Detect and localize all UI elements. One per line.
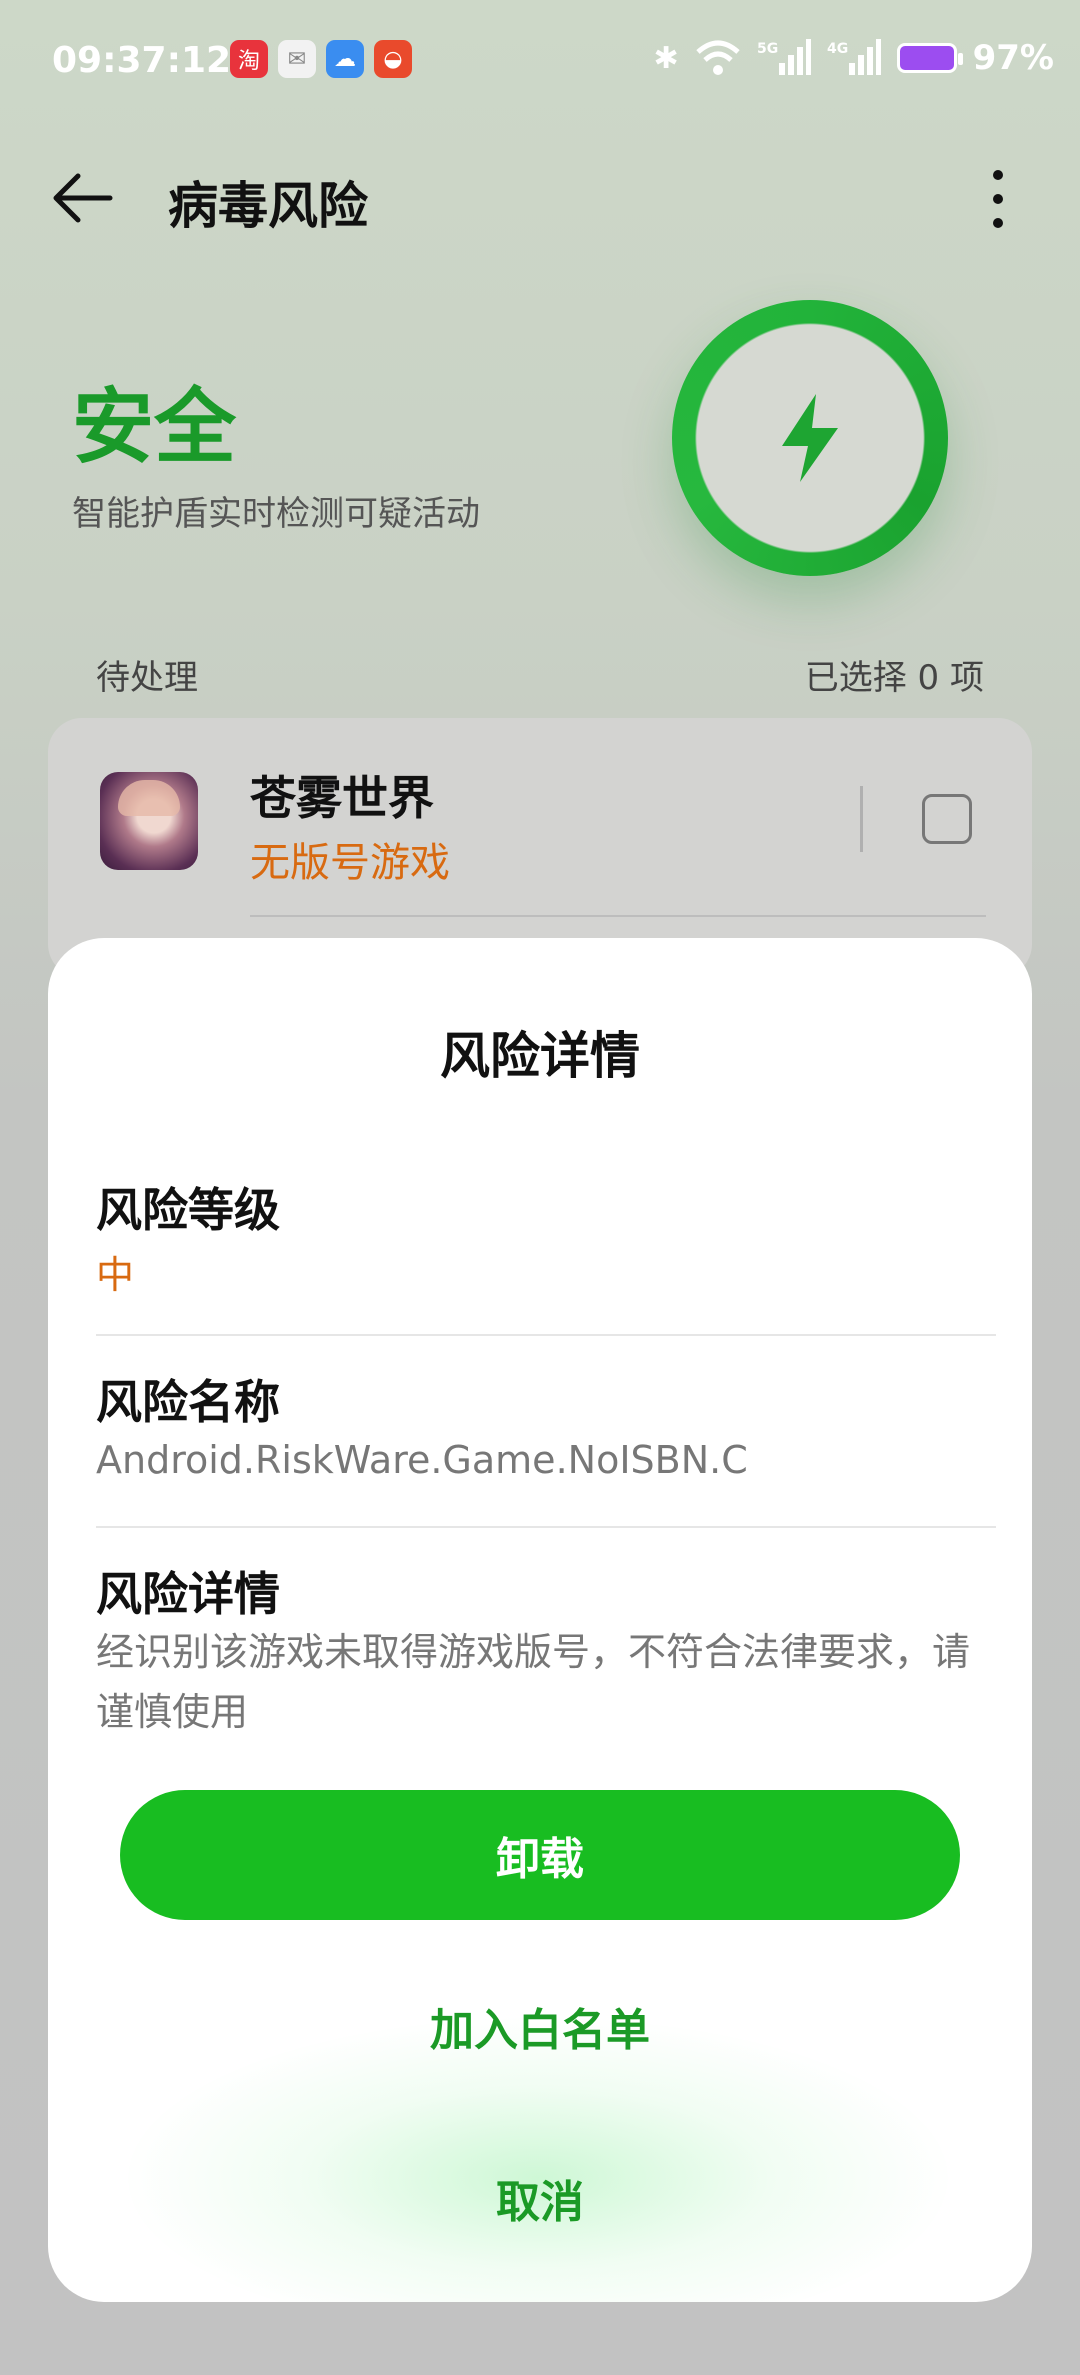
risk-detail-value: 经识别该游戏未取得游戏版号，不符合法律要求，请谨慎使用	[96, 1630, 971, 1734]
mail-icon: ✉	[278, 40, 316, 78]
battery-level: 97%	[972, 38, 1054, 78]
app-risk-tag: 无版号游戏	[250, 840, 450, 886]
add-whitelist-button[interactable]: 加入白名单	[48, 1994, 1032, 2058]
taobao-icon: 淘	[230, 40, 268, 78]
svg-text:4G: 4G	[827, 41, 848, 57]
wifi-icon	[695, 40, 740, 75]
divider	[96, 1526, 996, 1528]
app-icon: ◒	[374, 40, 412, 78]
risk-detail-sheet: 风险详情 风险等级 中 风险名称 Android.RiskWare.Game.N…	[48, 938, 1032, 2302]
sheet-glow	[128, 2018, 948, 2302]
bluetooth-icon: ✱	[653, 40, 679, 76]
protection-status: 安全	[72, 380, 237, 475]
svg-text:5G: 5G	[757, 41, 778, 57]
selected-count: 已选择 0 项	[804, 658, 984, 698]
status-bar: 09:37:12 淘 ✉ ☁ ◒ ✱ 5G 4G 97%	[0, 0, 1080, 120]
game-app-icon	[100, 772, 198, 870]
sheet-title: 风险详情	[440, 1027, 640, 1085]
protection-subtitle: 智能护盾实时检测可疑活动	[72, 494, 480, 534]
risk-detail-label: 风险详情	[96, 1567, 280, 1621]
divider	[96, 1334, 996, 1336]
uninstall-button[interactable]: 卸载	[120, 1790, 960, 1920]
risk-name-label: 风险名称	[96, 1375, 280, 1429]
row-divider	[250, 915, 986, 917]
risk-level-value: 中	[96, 1253, 135, 1297]
weather-icon: ☁	[326, 40, 364, 78]
select-checkbox[interactable]	[922, 794, 972, 844]
signal-4g-icon: 4G	[827, 39, 881, 75]
app-name[interactable]: 苍雾世界	[250, 762, 434, 828]
pending-label: 待处理	[96, 658, 198, 698]
status-time: 09:37:12	[52, 40, 232, 81]
signal-5g-icon: 5G	[757, 39, 811, 75]
back-arrow-icon[interactable]	[48, 168, 118, 228]
battery-icon	[896, 43, 963, 73]
risk-name-value: Android.RiskWare.Game.NoISBN.C	[96, 1438, 748, 1482]
risk-level-label: 风险等级	[96, 1183, 280, 1237]
more-options-icon[interactable]	[970, 164, 1024, 234]
row-divider-vertical	[860, 786, 863, 852]
notification-icons: 淘 ✉ ☁ ◒	[230, 40, 412, 78]
cancel-button[interactable]: 取消	[48, 2166, 1032, 2230]
system-icons: ✱ 5G 4G 97%	[653, 38, 1054, 78]
page-title: 病毒风险	[168, 177, 368, 235]
lightning-bolt-icon	[782, 394, 838, 482]
